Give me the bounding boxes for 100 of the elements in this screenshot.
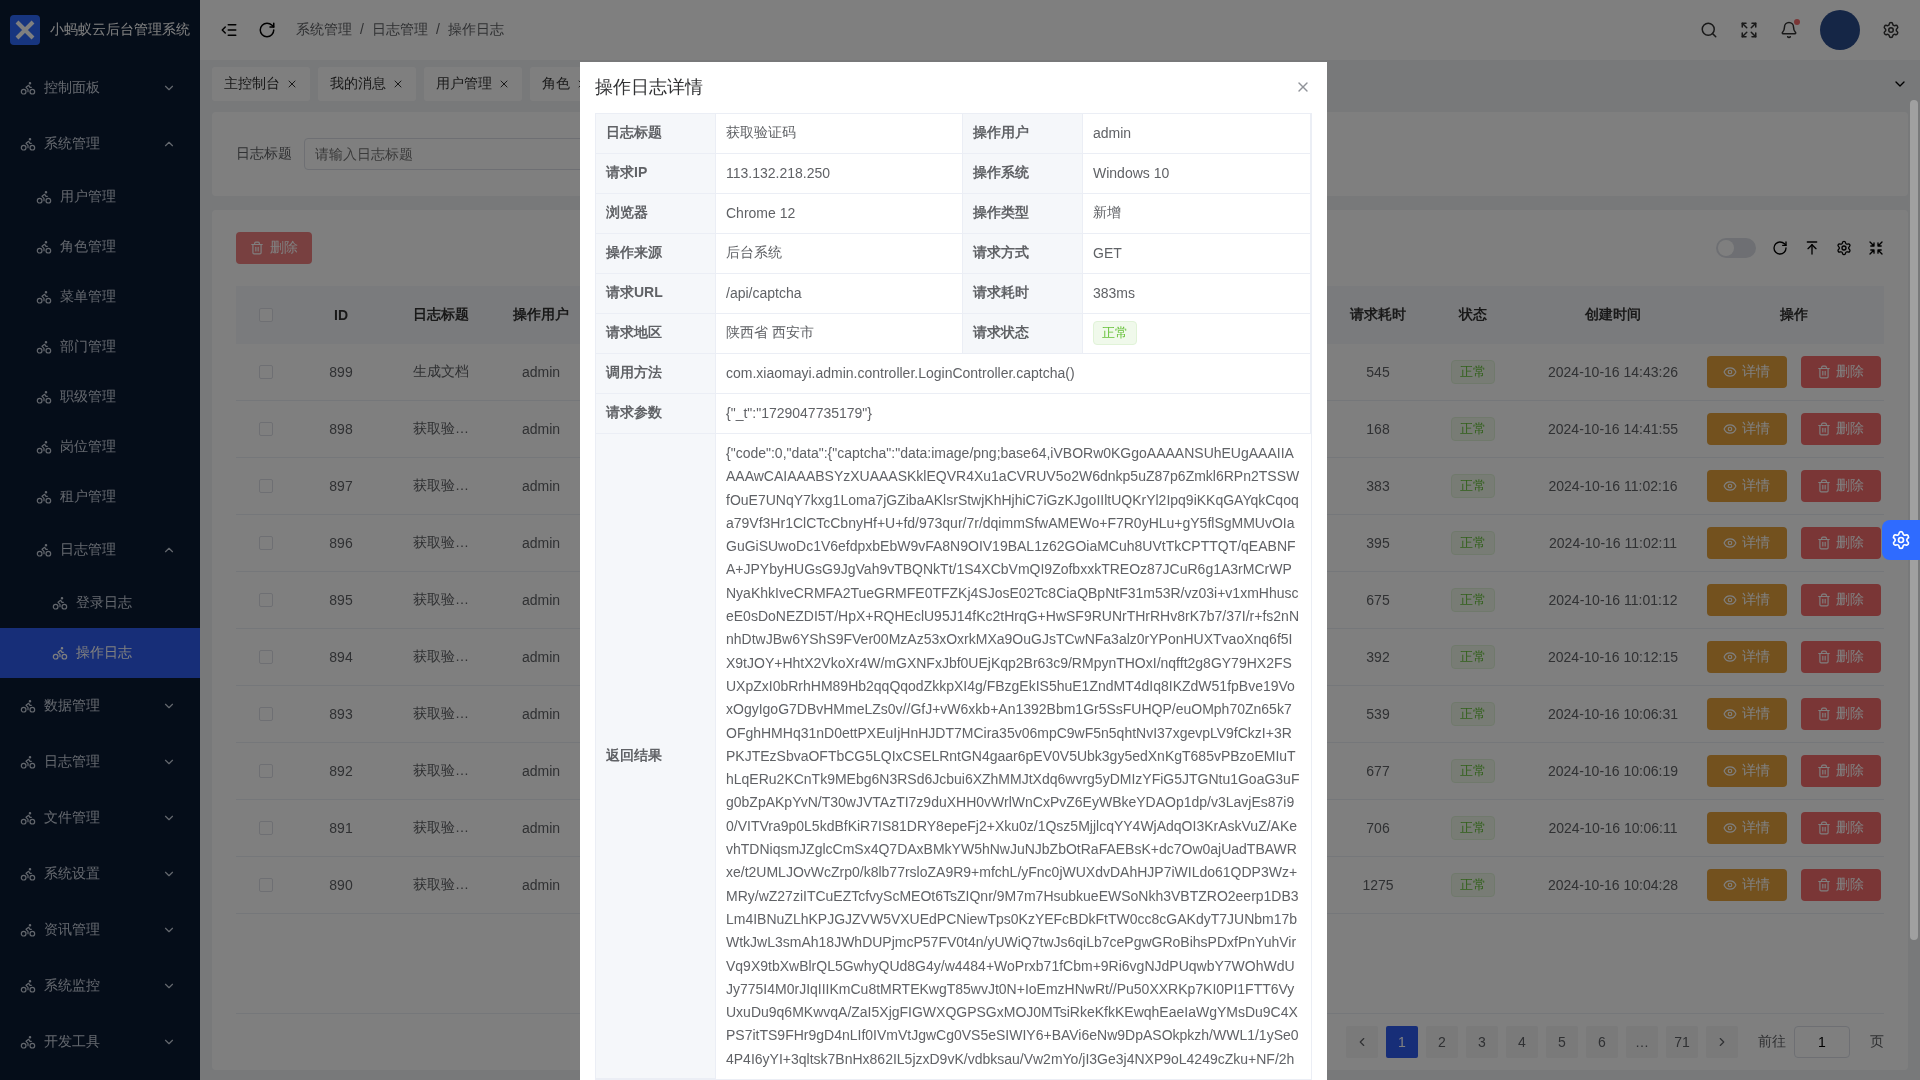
goto-label: 前往 — [1758, 1033, 1786, 1051]
field-label: 请求URL — [596, 274, 716, 314]
status-tag: 正常 — [1093, 321, 1137, 346]
result-text: {"code":0,"data":{"captcha":"data:image/png;base64,iVBORw0KGgoAAAANSUhEUgAAAIIAAAAwCAIAAABSYzXUAAASKklEQVR4Xu1aCVRUV5o2W6dnkp5uZ87p6Zmkl6RPn2TSSWfOuE7UNqY7kxg1Loma7jGZibaAKlsrStwjKhHjhiC7iGzKJgoIIltUQKrYl2Ipq9iKKqGAYqkCqoqa79Vf3Hr1ClCTcCbnyHf+U+fd/973qur/7r/dqimmSfwAMEWo+F7R0yHLu+gY5flSgMMUvOIaGuGiSUwoDc1V6efdpxbEbW9vFA8N9OIV19BAL1z62GOiaMCuh8UVtTkCPTTQT/qEABNFA+JPYbyHUGsG9JgVah9vTBQNkTt/1S4XCbVmQI9ZofbxxkTREOz87JCuR6g1A3rMCrWPNyaKhkIveCRMFA2TueGRMFE0TFZKj4SJosE02Tc8CiaQBpNtF31m53R/vz03i+v1xmHhusceE0sDoNEZDI5T/HpX+RQHEclU95J14fKc2tHrqG+HwSF9RUNrTHrRHv8rK7b7/37I/r+fs2nNnhDtwJBw6YShS9FVer00MzAz53xOxrkMXa9OuGJsTCwNFa3alz0rYPonHUXTvaoXnq6f5IX9tJOY+HhtX2VkoXr4W/mGXNFxJbf0UEjKqp2Br63c9/RMpynTHOxI/nqfft2g8GY79HX2FSUXpZxI0bRrhHM89Hb2qqQqodZkkpXI4g/FBzgEkIS5huE1ZndMT4dIq8IKZdW51fpBve19VoxOgyIgoG7DBvHMmeLZs0v//GfJ+vW6xkb+An1392Bbm1Gr5SsFUHQP/euOMph70Zn65k7OFghHMHq31nD0ettPXEuIjHnHJDT7MCira35v06mpC9wF5n5qhtNvI37xgevpLV9fCkzI+3RPKJTEzSbvaOFTbCG5LQIxCSELRntGN4gaar6pEV0V5Ubk3gy5edXnKgT685vPBzoEMIuThLqERu2KCnTk9MEbg6N3RSd6Jcbui6XZhMMJtXdq6wvrg5yDMIzYFiG5JTGNtu1GoaG3uFg0bZpAKpYvN/T30wJVTAzTI7z9duXHH0vWrlWnCxPvZ6EyWBkeYDAOp1dp/v3LavjEs87i90/VITVra9p0L5kdBfKiR7IS81DRY8epeFj2+Xku0z/1Qsz5MjjlcqYY4WjAdqOI3KrAskVuZ/AKevhTDNiqsmJZglcCmSx4Q7DAxBMkYW5hNwJuNJbZbOtRaFAEBsK+dc7Ow0ajUadTBAWRxe/t2UMLJOvWcZrp0/k8lb77rsloZA9R9+mfchL/yFnc0jWUXdvDAhHJP7iWILdo61QDP3Wz+MRy/wZ27ziITCuEZTcfvyScMEOt6TsZIQnr/9M7m7HsubkueEWSoNkh3VBTZRO2eerp1DB3Lm4IBNuZLhKPJGJZVW5VXUEdPCNiewTps0KzYEFcBDkFtTW0cc8cGAKdyT7JUNbm17bWtkJwL3smAh18JWhDUPjmcP57FV0t4n/yUWiQ7twJs6qiLb7cePgwGRoBihsPDxfPnYuhVirVq9X9tbXwBlrQL5GwhyQUd8G4y/w4484+WoPrxb71fCbm+9Ri6vgNJdPUqwbY7WOhWdUJy775I4M0rJIqIIIKmCu8tMRTEKwgT85wvJt0N+IoEmzHNwRt//Pu50XXRKp7KI0PI1FTT6VyUxuDu9q6MKwvqA/ZaI5XjgFIGWXQGPSGxMOJ0MTsiRkeKfkKEwqhEaeIaWgYMsDu9C4XPS7itTS9FHr9gD4nLIf0IVmVtJgwCg0VS5eSIWIY6+BAVi6eNw9DpASOkpkzh/WWL1/1ySe04P4I6yYI+3qltsk7BnHx862IL5jzxD9vK/vdbksau/Vw2mYo/jI3Ge3j4NXP9oL4249cZku+NF/2h — [725, 444, 1301, 1069]
field-value: Chrome 12 — [726, 205, 796, 222]
breadcrumb-separator: / — [435, 21, 440, 39]
app-title: 小蚂蚁云后台管理系统 — [50, 21, 190, 39]
table-cell-text: admin — [520, 421, 562, 437]
table-cell-text: 675 — [1365, 592, 1391, 608]
table-cell-text: 893 — [328, 706, 354, 722]
table-cell-text: 898 — [328, 421, 354, 437]
table-cell-text: 677 — [1365, 763, 1391, 779]
table-cell-text: 生成文档 — [412, 363, 470, 381]
column-header: 日志标题 — [412, 306, 470, 324]
table-cell-text: 2024-10-16 11:01:12 — [1547, 592, 1679, 608]
table-cell-text: 获取验… — [412, 591, 470, 609]
field-label: 浏览器 — [596, 194, 716, 234]
table-cell-text: 395 — [1365, 535, 1391, 551]
table-cell-text: 2024-10-16 11:02:11 — [1548, 535, 1678, 551]
field-label: 请求参数 — [596, 394, 716, 434]
table-cell-text: 获取验… — [412, 819, 470, 837]
field-label: 请求耗时 — [963, 274, 1083, 314]
field-value: Windows 10 — [1093, 165, 1170, 182]
field-label: 操作来源 — [596, 234, 716, 274]
table-cell-text: 706 — [1365, 820, 1391, 836]
table-cell-text: 2024-10-16 10:06:11 — [1547, 820, 1679, 836]
table-cell-text: 获取验… — [412, 876, 470, 894]
table-cell-text: admin — [520, 877, 562, 893]
field-value: 113.132.218.250 — [726, 165, 831, 182]
table-cell-text: 2024-10-16 14:41:55 — [1547, 421, 1679, 437]
table-cell-text: 获取验… — [412, 477, 470, 495]
field-value: {"_t":"1729047735179"} — [726, 405, 872, 422]
table-cell-text: admin — [520, 649, 562, 665]
column-header: 创建时间 — [1584, 306, 1642, 324]
status-tag: 正常 — [1451, 702, 1495, 726]
table-cell-text: 897 — [328, 478, 354, 494]
field-value: 新增 — [1093, 204, 1121, 223]
field-label: 操作类型 — [963, 194, 1083, 234]
table-cell-text: 获取验… — [412, 420, 470, 438]
table-cell-text: 896 — [328, 535, 354, 551]
page-unit-label: 页 — [1870, 1033, 1884, 1051]
field-label: 请求地区 — [596, 314, 716, 354]
status-tag: 正常 — [1451, 360, 1495, 384]
table-cell-text: 383 — [1365, 478, 1391, 494]
table-cell-text: 168 — [1365, 421, 1391, 437]
table-cell-text: admin — [520, 364, 562, 380]
table-cell-text: 891 — [328, 820, 354, 836]
field-value: 383ms — [1093, 285, 1136, 302]
table-cell-text: 2024-10-16 14:43:26 — [1547, 364, 1679, 380]
table-cell-text: 892 — [328, 763, 354, 779]
search-label: 日志标题 — [236, 145, 292, 163]
status-tag: 正常 — [1451, 873, 1495, 897]
table-cell-text: 2024-10-16 10:04:28 — [1547, 877, 1679, 893]
table-cell-text: admin — [520, 820, 562, 836]
table-cell-text: 894 — [328, 649, 354, 665]
field-value: 后台系统 — [726, 244, 782, 263]
table-cell-text: 1275 — [1361, 877, 1395, 893]
breadcrumb-separator: / — [360, 21, 364, 39]
field-label: 请求方式 — [963, 234, 1083, 274]
table-cell-text: 539 — [1365, 706, 1391, 722]
field-label: 日志标题 — [596, 114, 716, 154]
table-cell-text: 895 — [328, 592, 354, 608]
table-cell-text: admin — [520, 592, 562, 608]
table-cell-text: admin — [520, 763, 562, 779]
field-value: 陕西省 西安市 — [726, 324, 814, 343]
column-header: ID — [333, 307, 349, 323]
field-label: 操作用户 — [963, 114, 1083, 154]
status-tag: 正常 — [1451, 531, 1495, 555]
field-label: 请求IP — [596, 154, 716, 194]
table-cell-text: admin — [520, 706, 562, 722]
table-cell-text: admin — [520, 478, 562, 494]
table-cell-text: 获取验… — [412, 762, 470, 780]
column-header: 请求耗时 — [1349, 306, 1407, 324]
table-cell-text: 2024-10-16 10:06:19 — [1547, 763, 1679, 779]
column-header: 状态 — [1457, 306, 1488, 324]
table-cell-text: 392 — [1365, 649, 1391, 665]
table-cell-text: 获取验… — [412, 648, 470, 666]
field-label: 调用方法 — [596, 354, 716, 394]
column-header: 操作用户 — [512, 306, 570, 324]
table-cell-text: 890 — [328, 877, 354, 893]
table-cell-text: 获取验… — [412, 534, 470, 552]
status-tag: 正常 — [1451, 417, 1495, 441]
status-tag: 正常 — [1451, 759, 1495, 783]
column-header: 操作 — [1778, 306, 1809, 324]
field-value: /api/captcha — [726, 285, 802, 302]
status-tag: 正常 — [1451, 588, 1495, 612]
status-tag: 正常 — [1451, 645, 1495, 669]
field-value: admin — [1093, 125, 1132, 142]
field-label: 请求状态 — [963, 314, 1083, 354]
table-cell-text: 2024-10-16 10:06:31 — [1547, 706, 1679, 722]
table-cell-text: 899 — [328, 364, 354, 380]
field-value: com.xiaomayi.admin.controller.LoginController.captcha() — [726, 365, 1075, 382]
table-cell-text: admin — [520, 535, 562, 551]
field-value: 获取验证码 — [726, 124, 796, 143]
table-cell-text: 545 — [1365, 364, 1391, 380]
table-cell-text: 获取验… — [412, 705, 470, 723]
field-label: 操作系统 — [963, 154, 1083, 194]
status-tag: 正常 — [1451, 474, 1495, 498]
table-cell-text: 2024-10-16 10:12:15 — [1547, 649, 1679, 665]
field-value: GET — [1093, 245, 1122, 262]
